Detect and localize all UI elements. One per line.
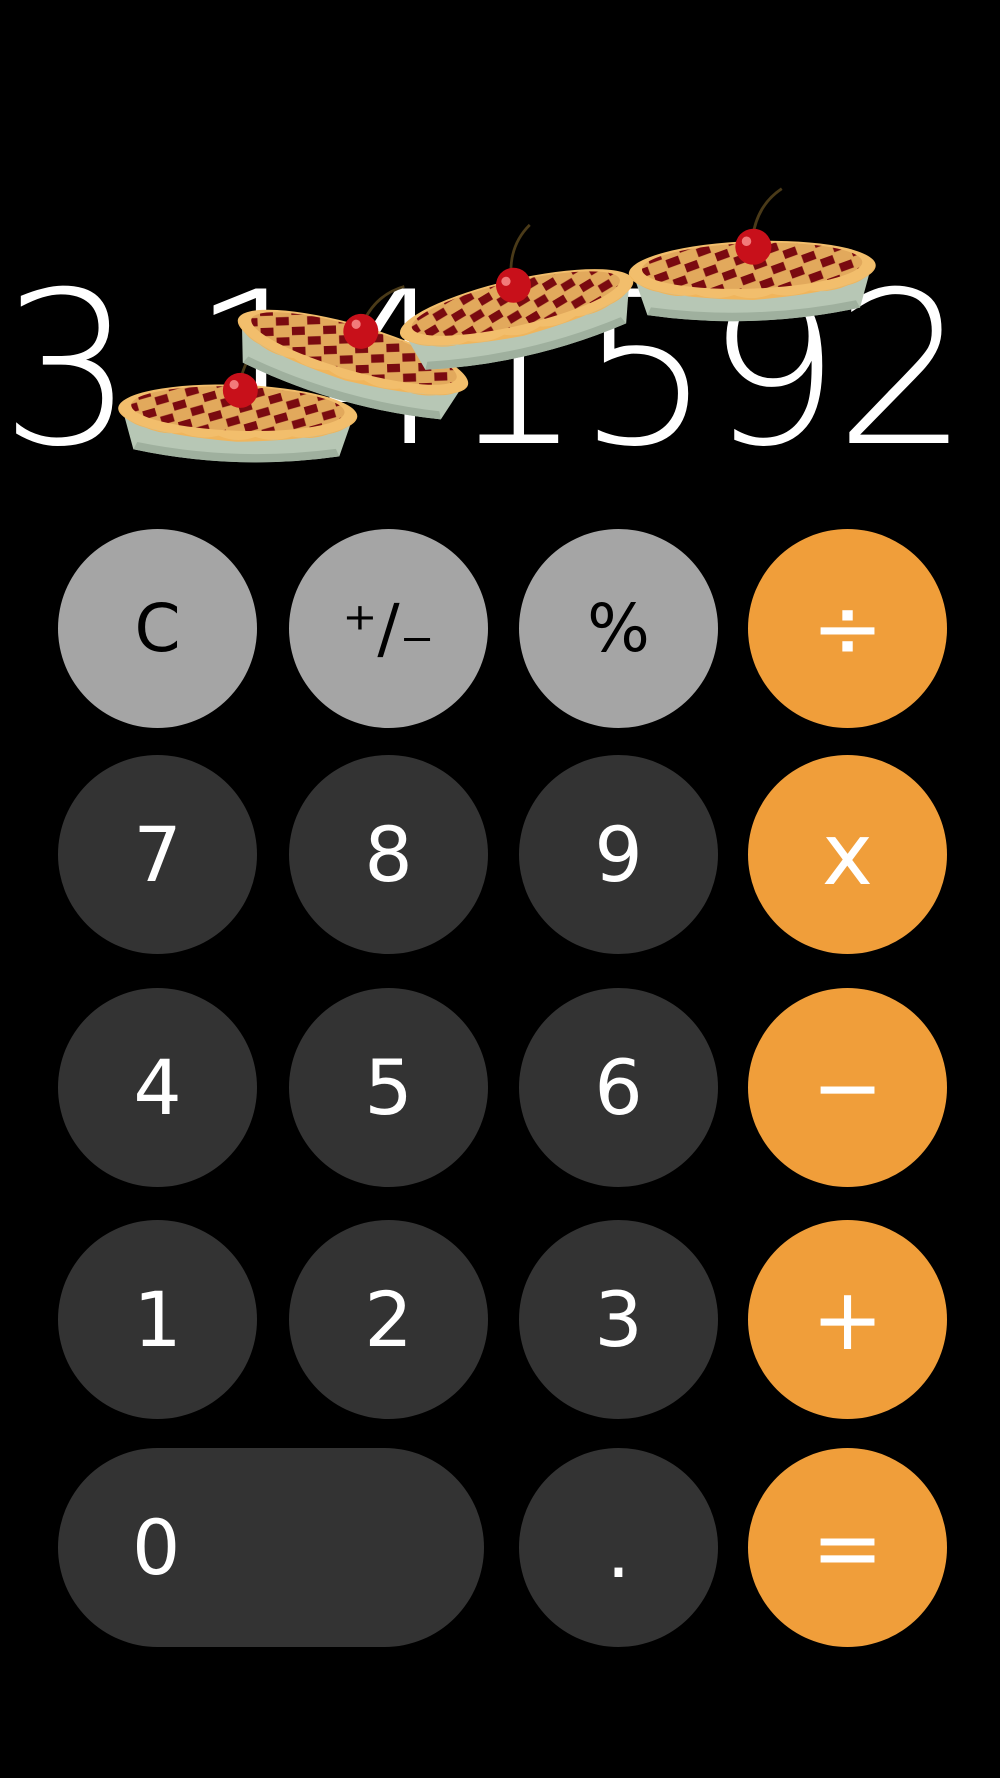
digit-1-button[interactable]: 1 [58,1220,257,1419]
digit-4-button[interactable]: 4 [58,988,257,1187]
plus-minus-button[interactable]: ⁺∕₋ [289,529,488,728]
digit-6-button[interactable]: 6 [519,988,718,1187]
add-button[interactable]: + [748,1220,947,1419]
digit-3-button[interactable]: 3 [519,1220,718,1419]
calculator-display: 3.141592 [0,246,970,493]
divide-button[interactable]: ÷ [748,529,947,728]
digit-2-button[interactable]: 2 [289,1220,488,1419]
digit-9-button[interactable]: 9 [519,755,718,954]
digit-7-button[interactable]: 7 [58,755,257,954]
percent-button[interactable]: % [519,529,718,728]
multiply-button[interactable]: x [748,755,947,954]
equals-button[interactable]: = [748,1448,947,1647]
subtract-button[interactable]: − [748,988,947,1187]
decimal-button[interactable]: . [519,1448,718,1647]
digit-5-button[interactable]: 5 [289,988,488,1187]
clear-button[interactable]: C [58,529,257,728]
digit-8-button[interactable]: 8 [289,755,488,954]
digit-0-button[interactable]: 0 [58,1448,484,1647]
